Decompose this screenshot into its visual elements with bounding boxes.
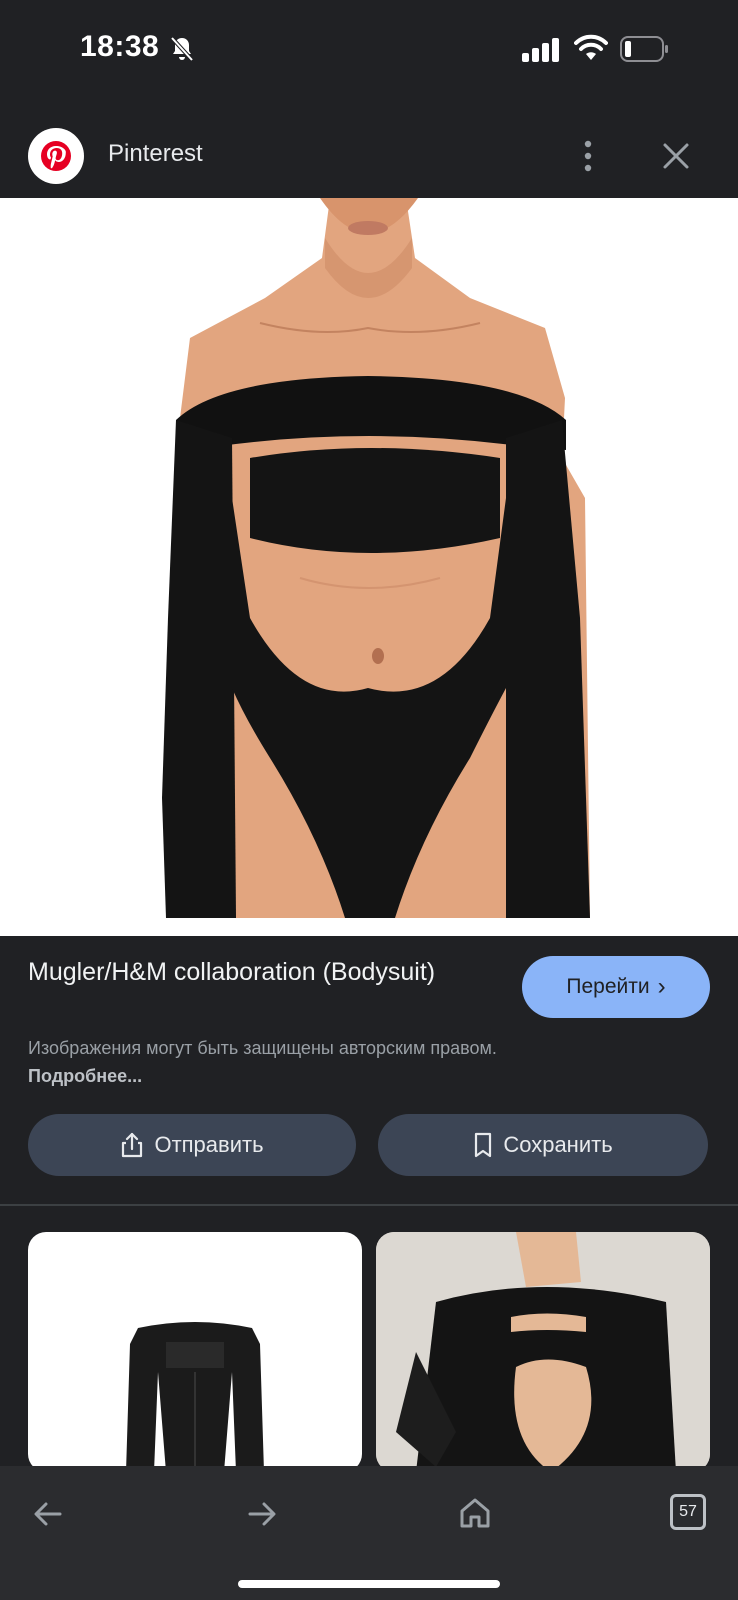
section-divider (0, 1204, 738, 1206)
home-indicator (238, 1580, 500, 1588)
learn-more-link[interactable]: Подробнее... (28, 1066, 142, 1086)
related-image-2[interactable] (376, 1232, 710, 1472)
more-vert-icon[interactable] (578, 136, 598, 176)
status-bar: 18:38 (0, 0, 738, 100)
main-product-image[interactable] (0, 198, 738, 936)
signal-icon (522, 38, 559, 62)
bookmark-icon (475, 1132, 492, 1158)
source-site-name[interactable]: Pinterest (108, 140, 203, 168)
battery-icon (620, 36, 668, 62)
share-button-label: Отправить (154, 1132, 264, 1157)
tabs-icon[interactable]: 57 (670, 1494, 706, 1530)
save-button[interactable]: Сохранить (378, 1114, 708, 1176)
close-icon[interactable] (660, 140, 692, 172)
forward-arrow-icon[interactable] (246, 1500, 278, 1528)
visit-button[interactable]: Перейти › (522, 956, 710, 1018)
wifi-icon (574, 34, 608, 60)
status-time: 18:38 (80, 30, 160, 63)
back-arrow-icon[interactable] (32, 1500, 64, 1528)
chevron-right-icon: › (657, 973, 666, 1000)
save-button-label: Сохранить (503, 1132, 613, 1157)
share-icon (122, 1132, 143, 1158)
source-header: Pinterest (0, 118, 738, 198)
home-icon[interactable] (458, 1496, 492, 1530)
copyright-notice-text: Изображения могут быть защищены авторски… (28, 1038, 497, 1058)
result-title[interactable]: Mugler/H&M collaboration (Bodysuit) (28, 955, 498, 990)
related-image-1[interactable] (28, 1232, 362, 1472)
bell-mute-icon (170, 36, 194, 62)
bottom-navigation-bar: 57 (0, 1466, 738, 1600)
visit-button-label: Перейти (566, 975, 650, 998)
share-button[interactable]: Отправить (28, 1114, 356, 1176)
copyright-notice: Изображения могут быть защищены авторски… (28, 1034, 528, 1090)
pinterest-logo-icon (28, 128, 84, 184)
